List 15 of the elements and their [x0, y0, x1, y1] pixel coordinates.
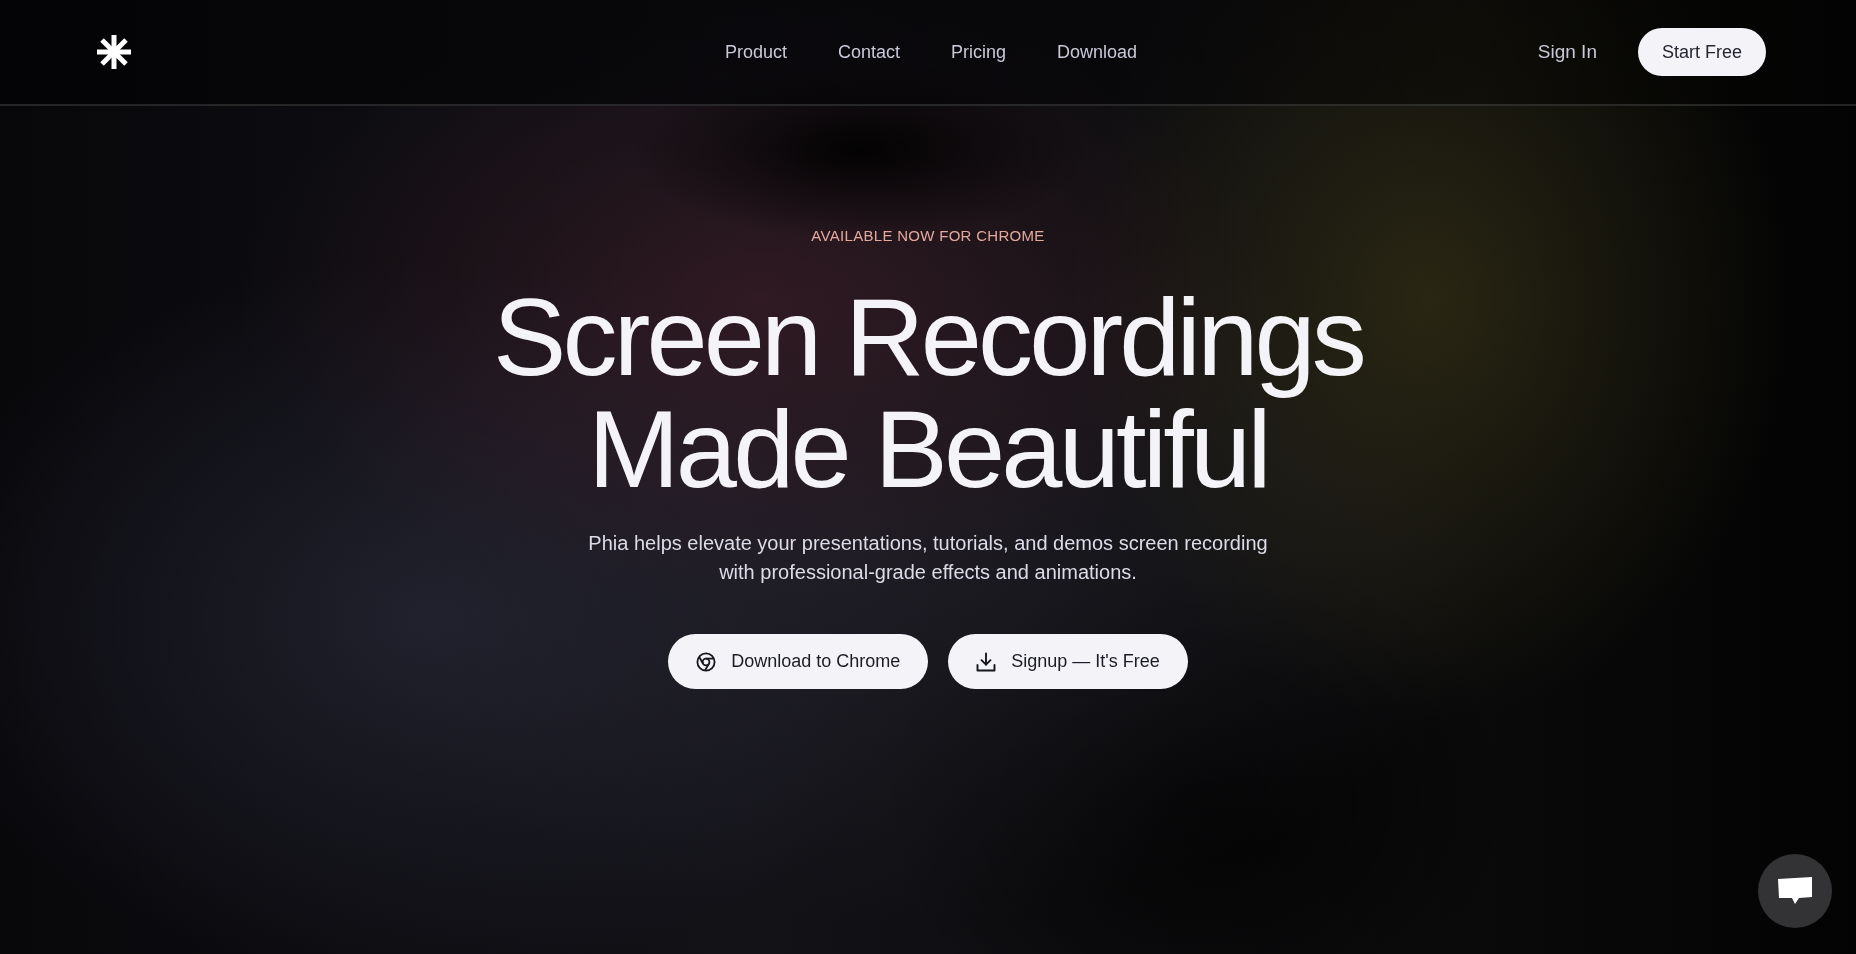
chrome-icon — [696, 651, 717, 672]
eyebrow-text: AVAILABLE NOW FOR CHROME — [811, 226, 1045, 246]
nav-link[interactable]: Product — [724, 41, 787, 63]
nav-link[interactable]: Pricing — [951, 41, 1007, 63]
start-free-button[interactable]: Start Free — [1637, 28, 1766, 76]
signup-button[interactable]: Signup — It's Free — [948, 634, 1188, 689]
nav-link[interactable]: Download — [1057, 41, 1138, 63]
asterisk-logo-icon[interactable] — [96, 34, 132, 70]
hero-description: Phia helps elevate your presentations, tutorials, and demos screen recording with professional-grade effects and animations. — [587, 531, 1269, 585]
download-chrome-button[interactable]: Download to Chrome — [668, 634, 929, 689]
hero-title: Screen Recordings Made Beautiful — [491, 281, 1364, 505]
speech-bubble-icon — [1777, 876, 1813, 906]
download-icon — [976, 651, 997, 672]
sign-in-link[interactable]: Sign In — [1537, 41, 1597, 63]
nav-link[interactable]: Contact — [837, 41, 900, 63]
